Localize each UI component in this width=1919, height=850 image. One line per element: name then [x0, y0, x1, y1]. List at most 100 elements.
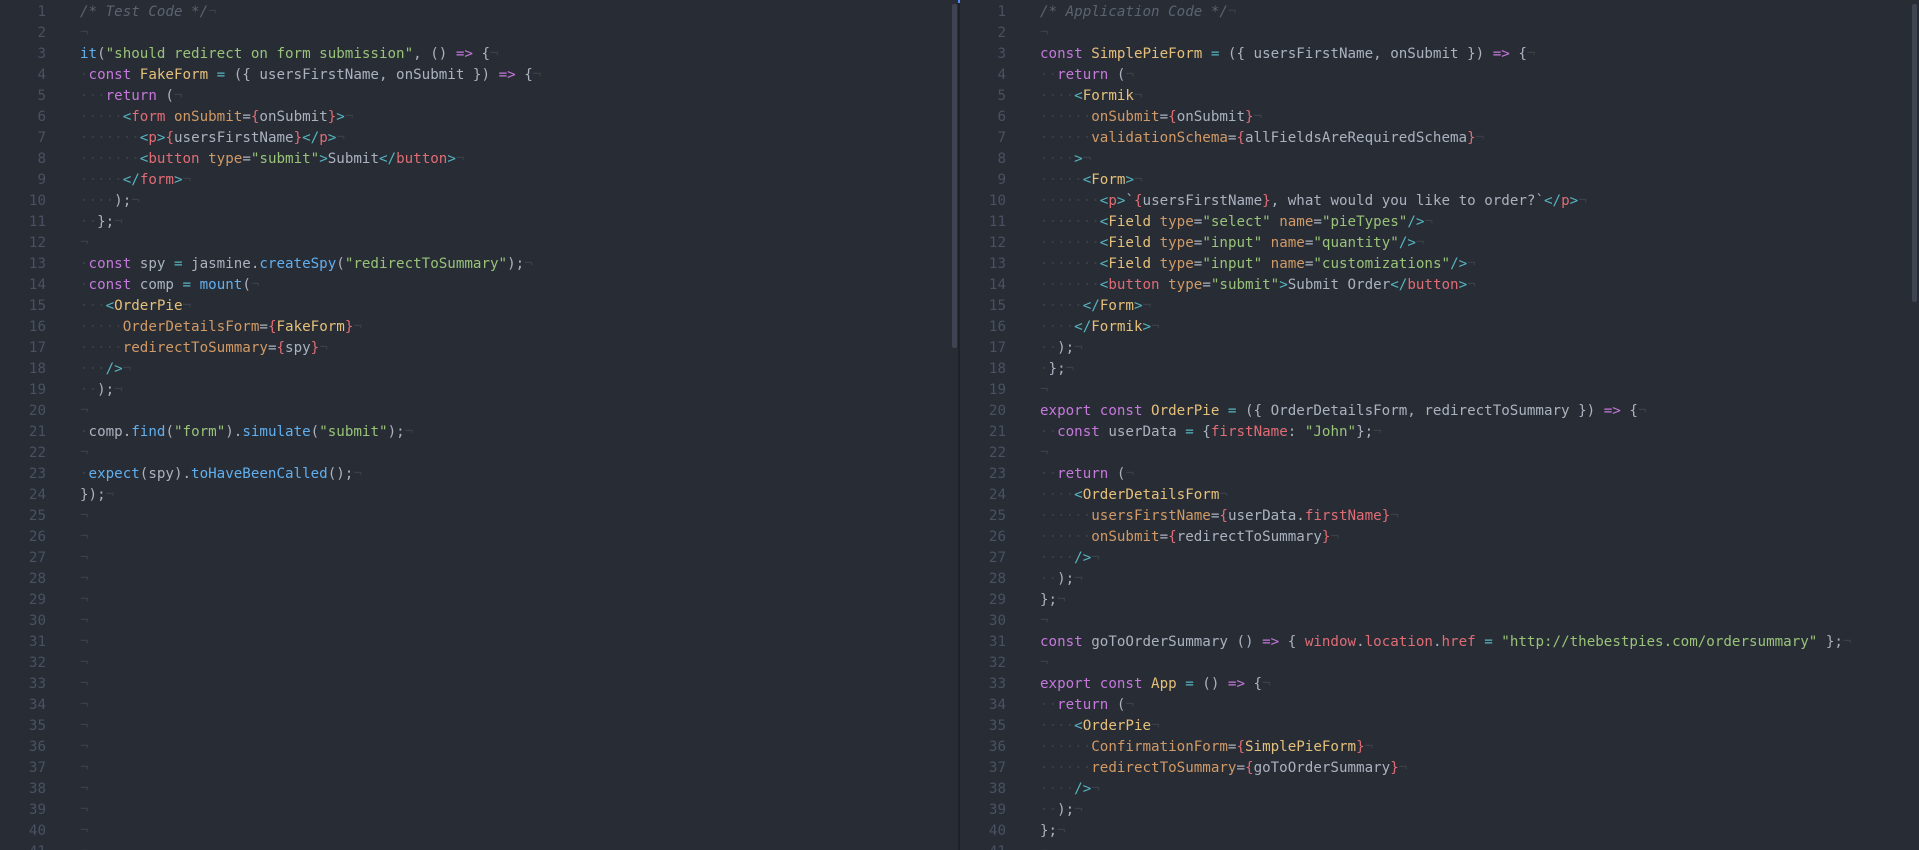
code-line[interactable]: 11 ··};¬ — [0, 212, 960, 233]
code-line[interactable]: 3 it("should redirect on form submission"… — [0, 44, 960, 65]
code-line[interactable]: 26 ······onSubmit={redirectToSummary}¬ — [960, 527, 1919, 548]
code-line[interactable]: 1 /* Test Code */¬ — [0, 2, 960, 23]
code-line[interactable]: 32 ¬ — [0, 653, 960, 674]
code-line[interactable]: 13 ·const spy = jasmine.createSpy("redire… — [0, 254, 960, 275]
code-line[interactable]: 14 ·const comp = mount(¬ — [0, 275, 960, 296]
code-line[interactable]: 9 ·····<Form>¬ — [960, 170, 1919, 191]
right-pane-scrollbar[interactable] — [1912, 4, 1917, 302]
code-line[interactable]: 38 ¬ — [0, 779, 960, 800]
code-line[interactable]: 36 ¬ — [0, 737, 960, 758]
code-line[interactable]: 10 ·······<p>`{usersFirstName}, what woul… — [960, 191, 1919, 212]
code-token: expect — [88, 466, 140, 482]
whitespace-marker: ···· — [80, 193, 115, 209]
code-line[interactable]: 40 ¬ — [0, 821, 960, 842]
code-line[interactable]: 21 ··const userData = {firstName: "John"}… — [960, 422, 1919, 443]
code-line[interactable]: 27 ····/>¬ — [960, 548, 1919, 569]
line-code: ··);¬ — [80, 380, 123, 401]
code-line[interactable]: 16 ····</Formik>¬ — [960, 317, 1919, 338]
code-token: "redirectToSummary" — [344, 256, 508, 272]
code-line[interactable]: 33 ¬ — [0, 674, 960, 695]
code-line[interactable]: 22 ¬ — [0, 443, 960, 464]
code-line[interactable]: 30 ¬ — [960, 611, 1919, 632]
code-line[interactable]: 39 ··);¬ — [960, 800, 1919, 821]
code-line[interactable]: 30 ¬ — [0, 611, 960, 632]
code-line[interactable]: 2 ¬ — [960, 23, 1919, 44]
code-line[interactable]: 4 ··return (¬ — [960, 65, 1919, 86]
code-line[interactable]: 31 const goToOrderSummary () => { window.… — [960, 632, 1919, 653]
code-line[interactable]: 29};¬ — [960, 590, 1919, 611]
left-pane-scrollbar[interactable] — [952, 4, 957, 348]
editor-pane-application-code[interactable]: 1/* Application Code */¬ 2 ¬ 3 const SimpleP… — [960, 0, 1919, 850]
code-line[interactable]: 38 ····/>¬ — [960, 779, 1919, 800]
code-line[interactable]: 41 ¬ — [960, 842, 1919, 850]
code-line[interactable]: 12 ·······<Field type="input" name="quant… — [960, 233, 1919, 254]
code-line[interactable]: 39 ¬ — [0, 800, 960, 821]
code-line[interactable]: 20 export const OrderPie = ({ OrderDetail… — [960, 401, 1919, 422]
code-line[interactable]: 37 ¬ — [0, 758, 960, 779]
code-line[interactable]: 6 ······onSubmit={onSubmit}¬ — [960, 107, 1919, 128]
code-line[interactable]: 26 ¬ — [0, 527, 960, 548]
code-token: </ — [1074, 319, 1092, 335]
code-line[interactable]: 31 ¬ — [0, 632, 960, 653]
whitespace-marker: ¬ — [80, 571, 89, 587]
code-line[interactable]: 6 ·····<form onSubmit={onSubmit}>¬ — [0, 107, 960, 128]
editor-pane-test-code[interactable]: 1/* Test Code */¬ 2 ¬ 3 it("should redirect … — [0, 0, 960, 850]
code-line[interactable]: 27 ¬ — [0, 548, 960, 569]
code-line[interactable]: 16 ·····OrderDetailsForm={FakeForm}¬ — [0, 317, 960, 338]
code-line[interactable]: 22 ¬ — [960, 443, 1919, 464]
code-line[interactable]: 14 ·······<button type="submit">Submit Or… — [960, 275, 1919, 296]
code-line[interactable]: 12 ¬ — [0, 233, 960, 254]
code-line[interactable]: 25 ······usersFirstName={userData.firstNa… — [960, 506, 1919, 527]
code-line[interactable]: 34 ··return (¬ — [960, 695, 1919, 716]
code-line[interactable]: 23 ·expect(spy).toHaveBeenCalled();¬ — [0, 464, 960, 485]
code-line[interactable]: 36 ······ConfirmationForm={SimplePieForm}… — [960, 737, 1919, 758]
code-line[interactable]: 8 ·······<button type="submit">Submit</bu… — [0, 149, 960, 170]
code-line[interactable]: 35 ····<OrderPie¬ — [960, 716, 1919, 737]
line-number: 8 — [997, 151, 1006, 167]
code-line[interactable]: 34 ¬ — [0, 695, 960, 716]
code-line[interactable]: 15 ·····</Form>¬ — [960, 296, 1919, 317]
code-line[interactable]: 5 ···return (¬ — [0, 86, 960, 107]
code-line[interactable]: 5 ····<Formik¬ — [960, 86, 1919, 107]
code-line[interactable]: 25 ¬ — [0, 506, 960, 527]
code-token: . — [1356, 634, 1365, 650]
code-line[interactable]: 7 ······validationSchema={allFieldsAreReq… — [960, 128, 1919, 149]
code-line[interactable]: 28 ··);¬ — [960, 569, 1919, 590]
code-line[interactable]: 8 ····>¬ — [960, 149, 1919, 170]
code-line[interactable]: 15 ···<OrderPie¬ — [0, 296, 960, 317]
code-line[interactable]: 41 ¬ — [0, 842, 960, 850]
code-line[interactable]: 10 ····);¬ — [0, 191, 960, 212]
code-line[interactable]: 19 ··);¬ — [0, 380, 960, 401]
code-token: ( — [242, 277, 251, 293]
code-line[interactable]: 29 ¬ — [0, 590, 960, 611]
code-line[interactable]: 13 ·······<Field type="input" name="custo… — [960, 254, 1919, 275]
code-line[interactable]: 35 ¬ — [0, 716, 960, 737]
code-token: < — [1074, 487, 1083, 503]
code-token: ); — [387, 424, 405, 440]
code-line[interactable]: 4 ·const FakeForm = ({ usersFirstName, on… — [0, 65, 960, 86]
code-line[interactable]: 40};¬ — [960, 821, 1919, 842]
code-line[interactable]: 1 /* Application Code */¬ — [960, 2, 1919, 23]
code-line[interactable]: 23 ··return (¬ — [960, 464, 1919, 485]
code-line[interactable]: 24 ····<OrderDetailsForm¬ — [960, 485, 1919, 506]
code-line[interactable]: 37 ······redirectToSummary={goToOrderSumm… — [960, 758, 1919, 779]
code-line[interactable]: 20 ¬ — [0, 401, 960, 422]
code-token: = — [1159, 109, 1169, 125]
code-line[interactable]: 3 const SimplePieForm = ({ usersFirstName… — [960, 44, 1919, 65]
code-token: > — [1569, 193, 1579, 209]
code-line[interactable]: 24});¬ — [0, 485, 960, 506]
code-line[interactable]: 19 ¬ — [960, 380, 1919, 401]
code-line[interactable]: 9 ·····</form>¬ — [0, 170, 960, 191]
code-line[interactable]: 17 ·····redirectToSummary={spy}¬ — [0, 338, 960, 359]
code-line[interactable]: 28 ¬ — [0, 569, 960, 590]
code-line[interactable]: 32 ¬ — [960, 653, 1919, 674]
code-line[interactable]: 21 ·comp.find("form").simulate("submit");… — [0, 422, 960, 443]
code-line[interactable]: 7 ·······<p>{usersFirstName}</p>¬ — [0, 128, 960, 149]
code-line[interactable]: 18 ·};¬ — [960, 359, 1919, 380]
code-line[interactable]: 17 ··);¬ — [960, 338, 1919, 359]
code-line[interactable]: 2 ¬ — [0, 23, 960, 44]
code-line[interactable]: 33 export const App = () => {¬ — [960, 674, 1919, 695]
code-line[interactable]: 11 ·······<Field type="select" name="pieT… — [960, 212, 1919, 233]
line-code: ····<Formik¬ — [1040, 86, 1143, 107]
code-line[interactable]: 18 ···/>¬ — [0, 359, 960, 380]
